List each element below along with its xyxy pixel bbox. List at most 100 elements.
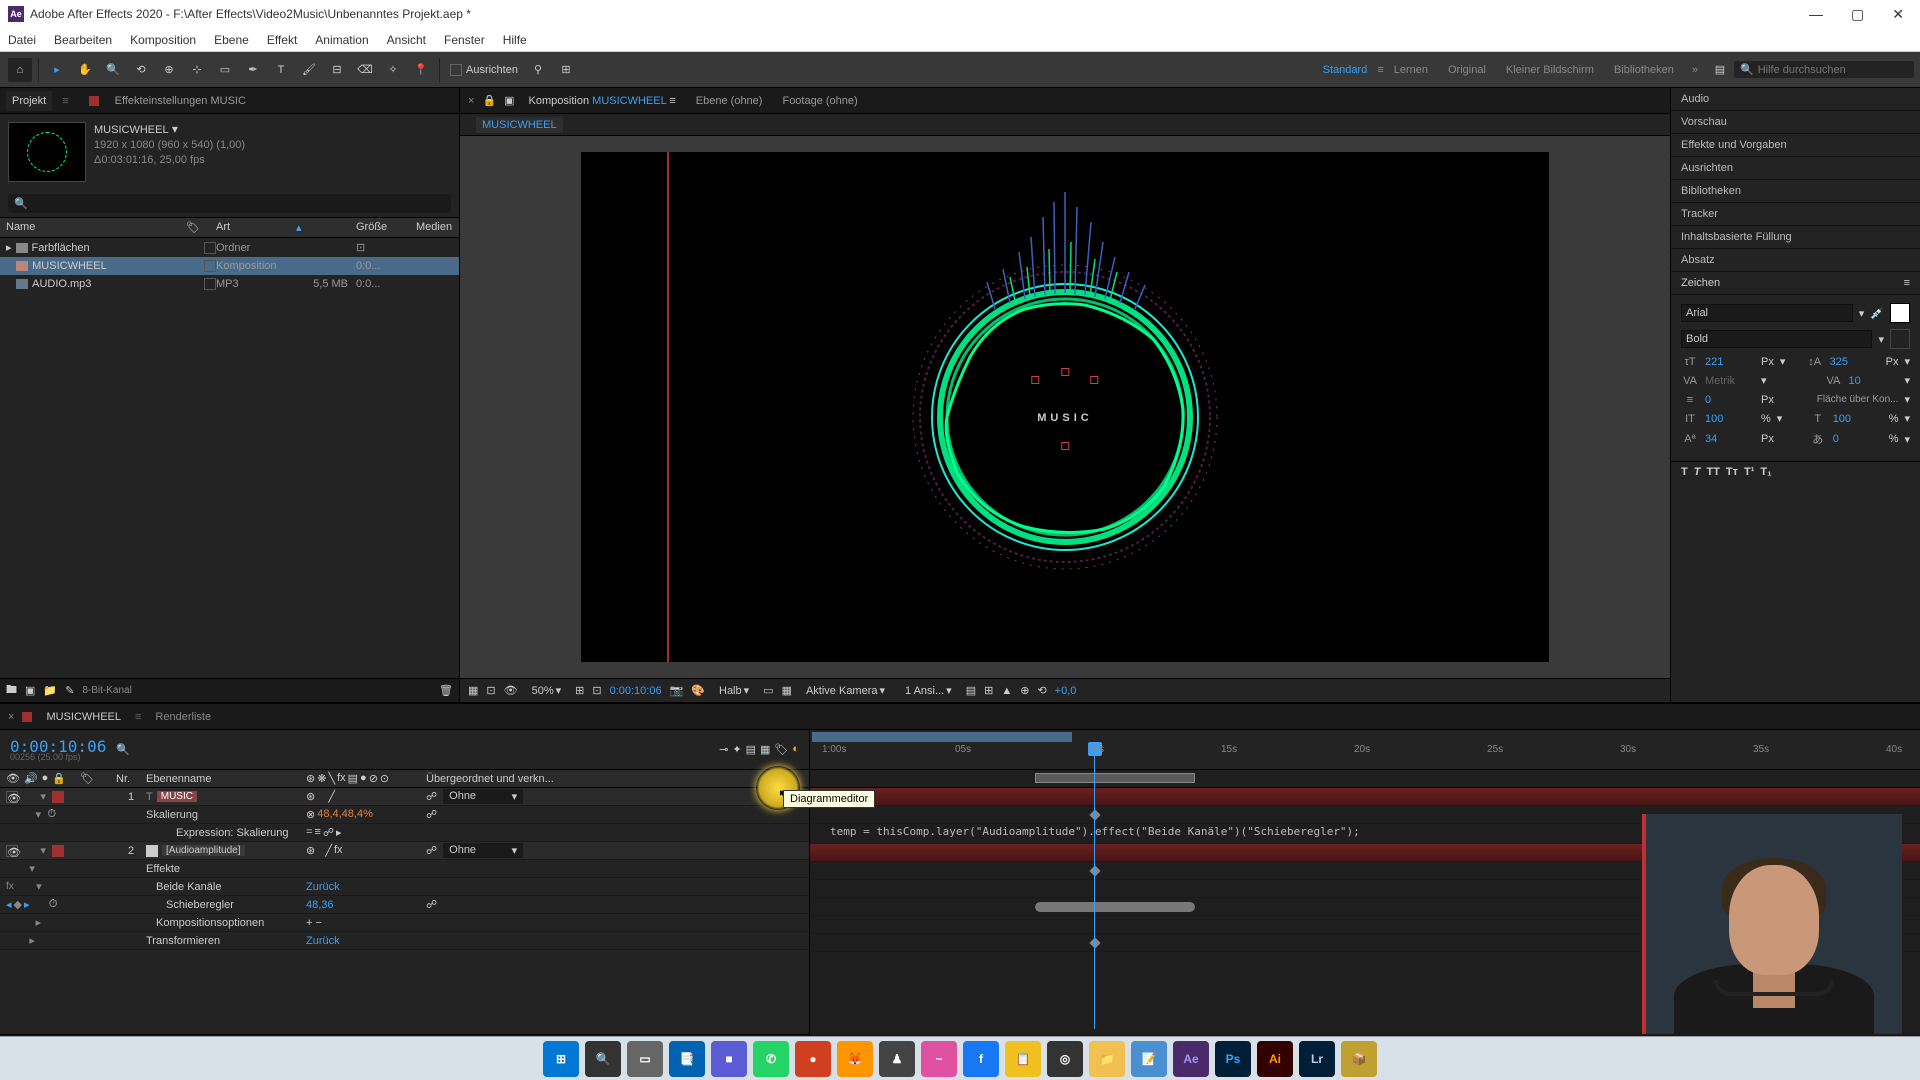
tl-tool4[interactable]: ▦ <box>760 743 770 756</box>
vp-btn5[interactable]: ⟲ <box>1037 684 1046 697</box>
stroke-swatch[interactable] <box>1890 329 1910 349</box>
puppet-tool[interactable]: 📍 <box>409 58 433 82</box>
fill-swatch[interactable] <box>1890 303 1910 323</box>
prop-skalierung[interactable]: ▾⏱ Skalierung ⊗48,4,48,4% ☍ <box>0 806 809 824</box>
tracking[interactable]: 10 <box>1848 375 1898 387</box>
rect-tool[interactable]: ▭ <box>213 58 237 82</box>
layer-audioamp[interactable]: 👁 ▾ 2 [Audioamplitude] ⊛ ╱fx ☍Ohne▾ <box>0 842 809 860</box>
interpret-button[interactable]: 🖿 <box>6 681 17 700</box>
italic-button[interactable]: T <box>1694 466 1701 478</box>
alpha-button[interactable]: ▦ <box>468 684 478 697</box>
exposure[interactable]: +0,0 <box>1055 685 1077 697</box>
tab-footage[interactable]: Footage (ohne) <box>776 93 863 109</box>
menu-effekt[interactable]: Effekt <box>267 33 297 47</box>
subscript-button[interactable]: T₁ <box>1760 466 1771 478</box>
viewport[interactable]: MUSIC <box>460 136 1670 678</box>
new-folder-button[interactable]: 📁 <box>43 684 57 697</box>
baseline[interactable]: 34 <box>1705 433 1755 445</box>
vp-btn2[interactable]: ⊞ <box>984 684 993 697</box>
parent-dropdown-2[interactable]: Ohne▾ <box>443 843 523 858</box>
music-text[interactable]: MUSIC <box>1037 382 1092 432</box>
smallcaps-button[interactable]: Tᴛ <box>1726 466 1738 478</box>
comp-breadcrumb[interactable]: MUSICWHEEL <box>476 117 563 133</box>
stamp-tool[interactable]: ⊟ <box>325 58 349 82</box>
prop-transform[interactable]: ▸TransformierenZurück <box>0 932 809 950</box>
panel-ausrichten[interactable]: Ausrichten <box>1671 157 1920 180</box>
vscale[interactable]: 100 <box>1705 413 1755 425</box>
keyframe-bar[interactable] <box>1035 902 1195 912</box>
project-row-audio[interactable]: AUDIO.mp3MP35,5 MB0:0... <box>0 275 459 293</box>
taskbar-app-5[interactable]: ✆ <box>753 1041 789 1077</box>
caps-button[interactable]: TT <box>1706 466 1719 478</box>
tsume[interactable]: 0 <box>1833 433 1883 445</box>
panel-zeichen[interactable]: Zeichen≡ <box>1671 272 1920 295</box>
panel-audio[interactable]: Audio <box>1671 88 1920 111</box>
parent-dropdown-1[interactable]: Ohne▾ <box>443 789 523 804</box>
vp-btn4[interactable]: ⊕ <box>1020 684 1029 697</box>
text-tool[interactable]: T <box>269 58 293 82</box>
channel-button[interactable]: ⊡ <box>486 684 495 697</box>
pen-tool[interactable]: ✒ <box>241 58 265 82</box>
adobe-button[interactable]: ✎ <box>65 684 74 697</box>
color-button[interactable]: 🎨 <box>691 684 705 697</box>
resolution-dropdown[interactable]: Halb ▾ <box>713 683 755 698</box>
delete-button[interactable]: 🗑 <box>439 684 453 697</box>
taskbar-app-0[interactable]: ⊞ <box>543 1041 579 1077</box>
project-search[interactable]: 🔍 <box>8 194 451 213</box>
graph-editor-button[interactable]: ◐ <box>792 743 799 756</box>
tl-search[interactable]: 🔍 <box>116 743 130 756</box>
superscript-button[interactable]: T¹ <box>1744 466 1754 478</box>
selection-tool[interactable]: ▸ <box>45 58 69 82</box>
taskbar-app-14[interactable]: 📝 <box>1131 1041 1167 1077</box>
project-row-comp[interactable]: MUSICWHEELKomposition0:0... <box>0 257 459 275</box>
tl-tool2[interactable]: ✦ <box>732 743 741 756</box>
font-size[interactable]: 221 <box>1705 356 1755 368</box>
kerning[interactable]: Metrik <box>1705 375 1755 387</box>
vp-btn1[interactable]: ▤ <box>966 684 976 697</box>
workspace-menu[interactable]: ▤ <box>1708 58 1732 82</box>
taskbar-app-15[interactable]: Ae <box>1173 1041 1209 1077</box>
prop-expression[interactable]: Expression: Skalierung =≡☍▸ <box>0 824 809 842</box>
snap-grid[interactable]: ⊞ <box>554 58 578 82</box>
menu-animation[interactable]: Animation <box>315 33 368 47</box>
taskbar-app-16[interactable]: Ps <box>1215 1041 1251 1077</box>
taskbar-app-1[interactable]: 🔍 <box>585 1041 621 1077</box>
taskbar-app-6[interactable]: ● <box>795 1041 831 1077</box>
panel-bibliotheken[interactable]: Bibliotheken <box>1671 180 1920 203</box>
tab-komposition[interactable]: Komposition MUSICWHEEL ≡ <box>523 93 682 109</box>
maximize-button[interactable]: ▢ <box>1851 6 1864 23</box>
taskbar-app-13[interactable]: 📁 <box>1089 1041 1125 1077</box>
renderlist-tab[interactable]: Renderliste <box>149 709 217 725</box>
panel-absatz[interactable]: Absatz <box>1671 249 1920 272</box>
transparency-button[interactable]: ▦ <box>782 684 792 697</box>
zoom-tool[interactable]: 🔍 <box>101 58 125 82</box>
comp-name[interactable]: MUSICWHEEL <box>94 124 169 136</box>
menu-hilfe[interactable]: Hilfe <box>503 33 527 47</box>
leading[interactable]: 325 <box>1830 356 1880 368</box>
camera-dropdown[interactable]: Aktive Kamera ▾ <box>800 683 891 698</box>
minimize-button[interactable]: — <box>1809 6 1823 23</box>
font-weight[interactable]: Bold <box>1681 330 1872 348</box>
help-search[interactable]: 🔍 <box>1734 61 1914 78</box>
tab-effekteinstellungen[interactable]: Effekteinstellungen MUSIC <box>109 91 252 111</box>
tab-projekt[interactable]: Projekt <box>6 91 52 111</box>
anchor-tool[interactable]: ⊹ <box>185 58 209 82</box>
taskbar-app-17[interactable]: Ai <box>1257 1041 1293 1077</box>
roto-tool[interactable]: ✧ <box>381 58 405 82</box>
stroke-width[interactable]: 0 <box>1705 394 1755 406</box>
brush-tool[interactable]: 🖌 <box>297 58 321 82</box>
prop-kompopt[interactable]: ▸Kompositionsoptionen+ − <box>0 914 809 932</box>
timecode[interactable]: 0:00:10:06 <box>610 685 662 697</box>
res-button[interactable]: ⊞ <box>575 684 584 697</box>
prop-schiebe[interactable]: ◂◆▸ ⏱Schieberegler48,36☍ <box>0 896 809 914</box>
taskbar-app-3[interactable]: 📑 <box>669 1041 705 1077</box>
work-area[interactable] <box>1035 773 1195 783</box>
mask-button[interactable]: 👁 <box>504 684 518 697</box>
workspace-bibliotheken[interactable]: Bibliotheken <box>1614 64 1674 76</box>
tab-ebene[interactable]: Ebene (ohne) <box>690 93 769 109</box>
grid-button[interactable]: ⊡ <box>592 684 601 697</box>
project-row-folder[interactable]: ▸FarbflächenOrdner⊡ <box>0 238 459 257</box>
vp-btn3[interactable]: ▲ <box>1001 685 1012 697</box>
prop-effekte[interactable]: ▾Effekte <box>0 860 809 878</box>
tl-tool5[interactable]: 🏷 <box>774 743 788 756</box>
